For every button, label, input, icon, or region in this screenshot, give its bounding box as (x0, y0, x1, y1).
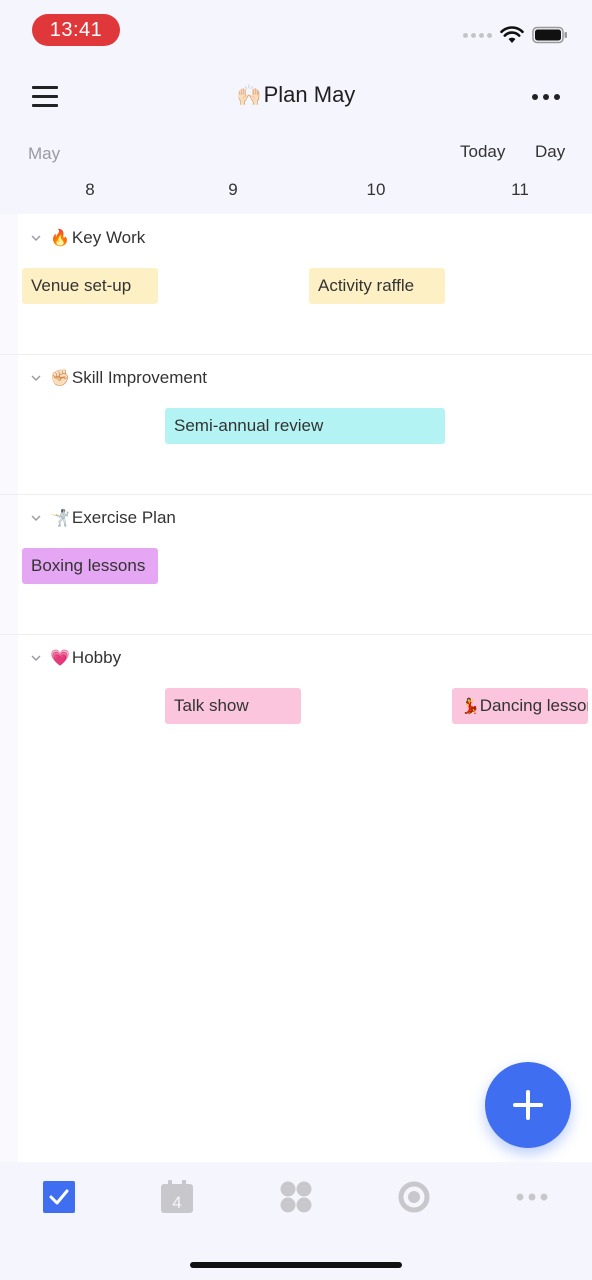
task-talk-show[interactable]: Talk show (165, 688, 301, 724)
group-name: Exercise Plan (71, 508, 176, 527)
task-dancing-lessons[interactable]: 💃Dancing lessons (452, 688, 588, 724)
task-boxing-lessons[interactable]: Boxing lessons (22, 548, 158, 584)
day-number[interactable]: 8 (70, 180, 110, 200)
status-icons (463, 24, 568, 46)
task-label: Semi-annual review (174, 416, 324, 435)
more-options-icon[interactable] (532, 94, 560, 100)
group-name: Hobby (71, 648, 122, 667)
chevron-down-icon (31, 235, 41, 242)
task-venue-setup[interactable]: Venue set-up (22, 268, 158, 304)
task-label: Talk show (174, 696, 249, 715)
tab-more[interactable] (515, 1180, 549, 1214)
add-task-button[interactable] (485, 1062, 571, 1148)
tab-apps[interactable] (279, 1180, 313, 1214)
battery-icon (532, 26, 568, 44)
day-header-row: 8 9 10 11 (0, 180, 592, 204)
chevron-down-icon (31, 515, 41, 522)
group-skill-improvement: ✊🏻 Skill Improvement Semi-annual review (0, 354, 592, 495)
more-icon (516, 1193, 548, 1201)
chevron-down-icon (31, 655, 41, 662)
signal-icon (463, 32, 492, 38)
task-label: Boxing lessons (31, 556, 146, 575)
day-number[interactable]: 10 (356, 180, 396, 200)
month-label: May (28, 144, 61, 163)
page-title: 🙌🏻Plan May (0, 82, 592, 108)
group-header[interactable]: 💗 Hobby (30, 648, 121, 668)
today-button[interactable]: Today (460, 142, 505, 162)
group-emoji: ✊🏻 (50, 370, 70, 387)
task-activity-raffle[interactable]: Activity raffle (309, 268, 445, 304)
calendar-icon: 4 (161, 1180, 193, 1213)
wifi-icon (500, 26, 524, 44)
checkbox-icon (43, 1181, 75, 1213)
group-hobby: 💗Hobby Talk show 💃Dancing lessons (0, 634, 592, 774)
group-name: Skill Improvement (71, 368, 208, 387)
status-time: 13:41 (32, 14, 120, 46)
calendar-badge: 4 (172, 1193, 181, 1212)
task-emoji: 💃 (461, 698, 480, 715)
tab-focus[interactable] (397, 1180, 431, 1214)
calendar-toolbar: May Today Day (0, 142, 592, 166)
group-emoji: 🔥 (50, 230, 70, 247)
task-label: Dancing lessons (479, 696, 588, 715)
task-semi-annual-review[interactable]: Semi-annual review (165, 408, 445, 444)
focus-icon (398, 1181, 430, 1213)
group-header[interactable]: ✊🏻 Skill Improvement (30, 368, 207, 388)
app-header: 🙌🏻Plan May (0, 70, 592, 130)
title-emoji: 🙌🏻 (236, 85, 262, 107)
view-mode-button[interactable]: Day (535, 142, 565, 162)
title-text: Plan May (263, 82, 356, 107)
chevron-down-icon (31, 375, 41, 382)
group-emoji: 💗 (50, 650, 70, 667)
group-header[interactable]: 🤺 Exercise Plan (30, 508, 176, 528)
tab-tasks[interactable] (42, 1180, 76, 1214)
group-exercise-plan: 🤺 Exercise Plan Boxing lessons (0, 494, 592, 635)
home-indicator (190, 1262, 402, 1268)
group-emoji: 🤺 (50, 510, 70, 527)
grid-icon (280, 1181, 312, 1213)
group-header[interactable]: 🔥 Key Work (30, 228, 145, 248)
group-name: Key Work (71, 228, 146, 247)
day-number[interactable]: 9 (213, 180, 253, 200)
plus-icon-vertical (526, 1090, 530, 1120)
day-number[interactable]: 11 (500, 180, 540, 200)
group-key-work: 🔥 Key Work Venue set-up Activity raffle (0, 214, 592, 355)
task-label: Activity raffle (318, 276, 415, 295)
tab-calendar[interactable]: 4 (160, 1180, 194, 1214)
task-label: Venue set-up (31, 276, 132, 295)
